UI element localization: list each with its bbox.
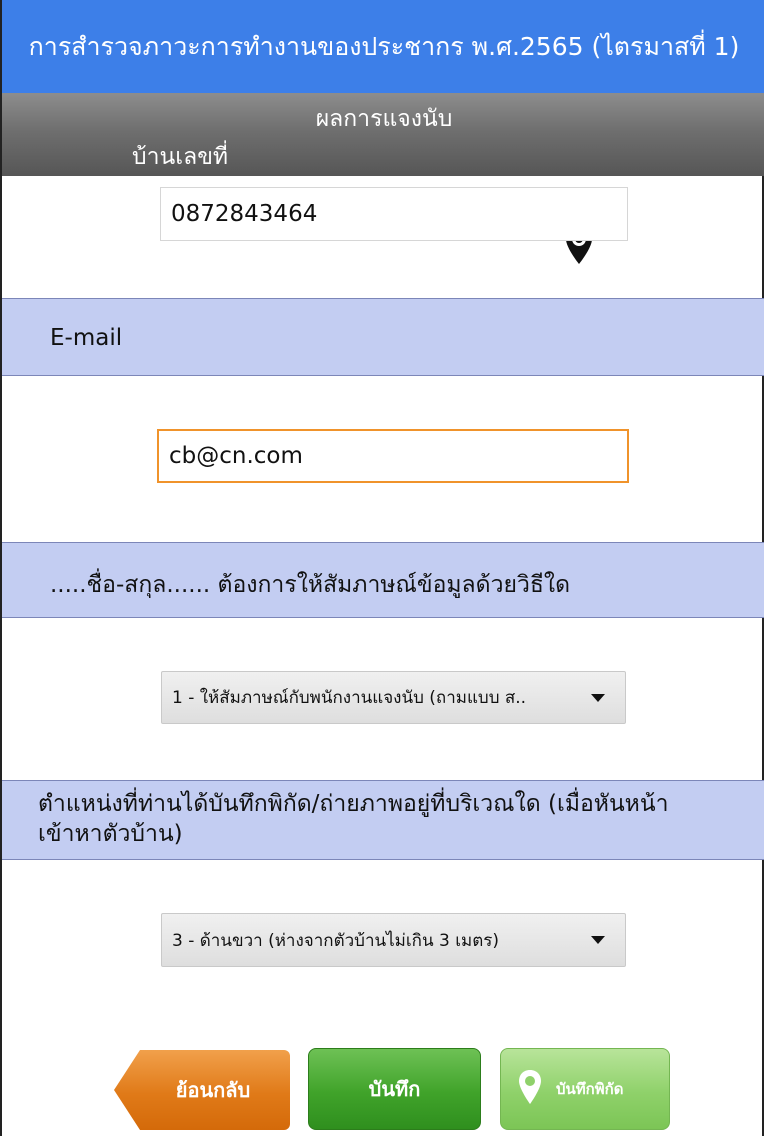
interview-method-selected: 1 - ให้สัมภาษณ์กับพนักงานแจงนับ (ถามแบบ … xyxy=(172,688,527,708)
save-location-label: บันทึกพิกัด xyxy=(556,1080,624,1098)
save-button-label: บันทึก xyxy=(368,1077,421,1101)
email-label: E-mail xyxy=(50,325,123,351)
chevron-down-icon xyxy=(591,693,605,702)
interview-method-label: .....ชื่อ-สกุล...... ต้องการให้สัมภาษณ์ข… xyxy=(50,572,571,598)
interview-method-select[interactable]: 1 - ให้สัมภาษณ์กับพนักงานแจงนับ (ถามแบบ … xyxy=(161,671,626,724)
photo-position-label: ตำแหน่งที่ท่านได้บันทึกพิกัด/ถ่ายภาพอยู่… xyxy=(38,789,668,849)
house-number-label: บ้านเลขที่ xyxy=(132,144,229,170)
back-button[interactable]: ย้อนกลับ xyxy=(114,1050,290,1130)
email-input[interactable]: cb@cn.com xyxy=(157,429,629,483)
app-title: การสำรวจภาวะการทำงานของประชากร พ.ศ.2565 … xyxy=(28,31,740,61)
photo-position-label-line1: ตำแหน่งที่ท่านได้บันทึกพิกัด/ถ่ายภาพอยู่… xyxy=(38,791,669,817)
save-button[interactable]: บันทึก xyxy=(308,1048,481,1130)
phone-number-input[interactable]: 0872843464 xyxy=(160,187,628,241)
email-value: cb@cn.com xyxy=(169,443,303,469)
section-title: ผลการแจงนับ xyxy=(315,106,453,132)
interview-method-section-header: .....ชื่อ-สกุล...... ต้องการให้สัมภาษณ์ข… xyxy=(2,542,764,618)
location-pin-icon xyxy=(519,1070,541,1104)
photo-position-section-header: ตำแหน่งที่ท่านได้บันทึกพิกัด/ถ่ายภาพอยู่… xyxy=(2,780,764,860)
phone-number-value: 0872843464 xyxy=(171,201,318,227)
photo-position-select[interactable]: 3 - ด้านขวา (ห่างจากตัวบ้านไม่เกิน 3 เมต… xyxy=(161,913,626,967)
save-location-button[interactable]: บันทึกพิกัด xyxy=(500,1048,670,1130)
back-button-label: ย้อนกลับ xyxy=(175,1078,251,1102)
app-title-bar: การสำรวจภาวะการทำงานของประชากร พ.ศ.2565 … xyxy=(2,0,764,93)
photo-position-label-line2: เข้าหาตัวบ้าน) xyxy=(38,821,183,847)
photo-position-selected: 3 - ด้านขวา (ห่างจากตัวบ้านไม่เกิน 3 เมต… xyxy=(172,930,500,951)
survey-subheader: ผลการแจงนับ บ้านเลขที่ xyxy=(2,93,764,264)
email-section-header: E-mail xyxy=(2,298,764,376)
chevron-down-icon xyxy=(591,936,605,944)
